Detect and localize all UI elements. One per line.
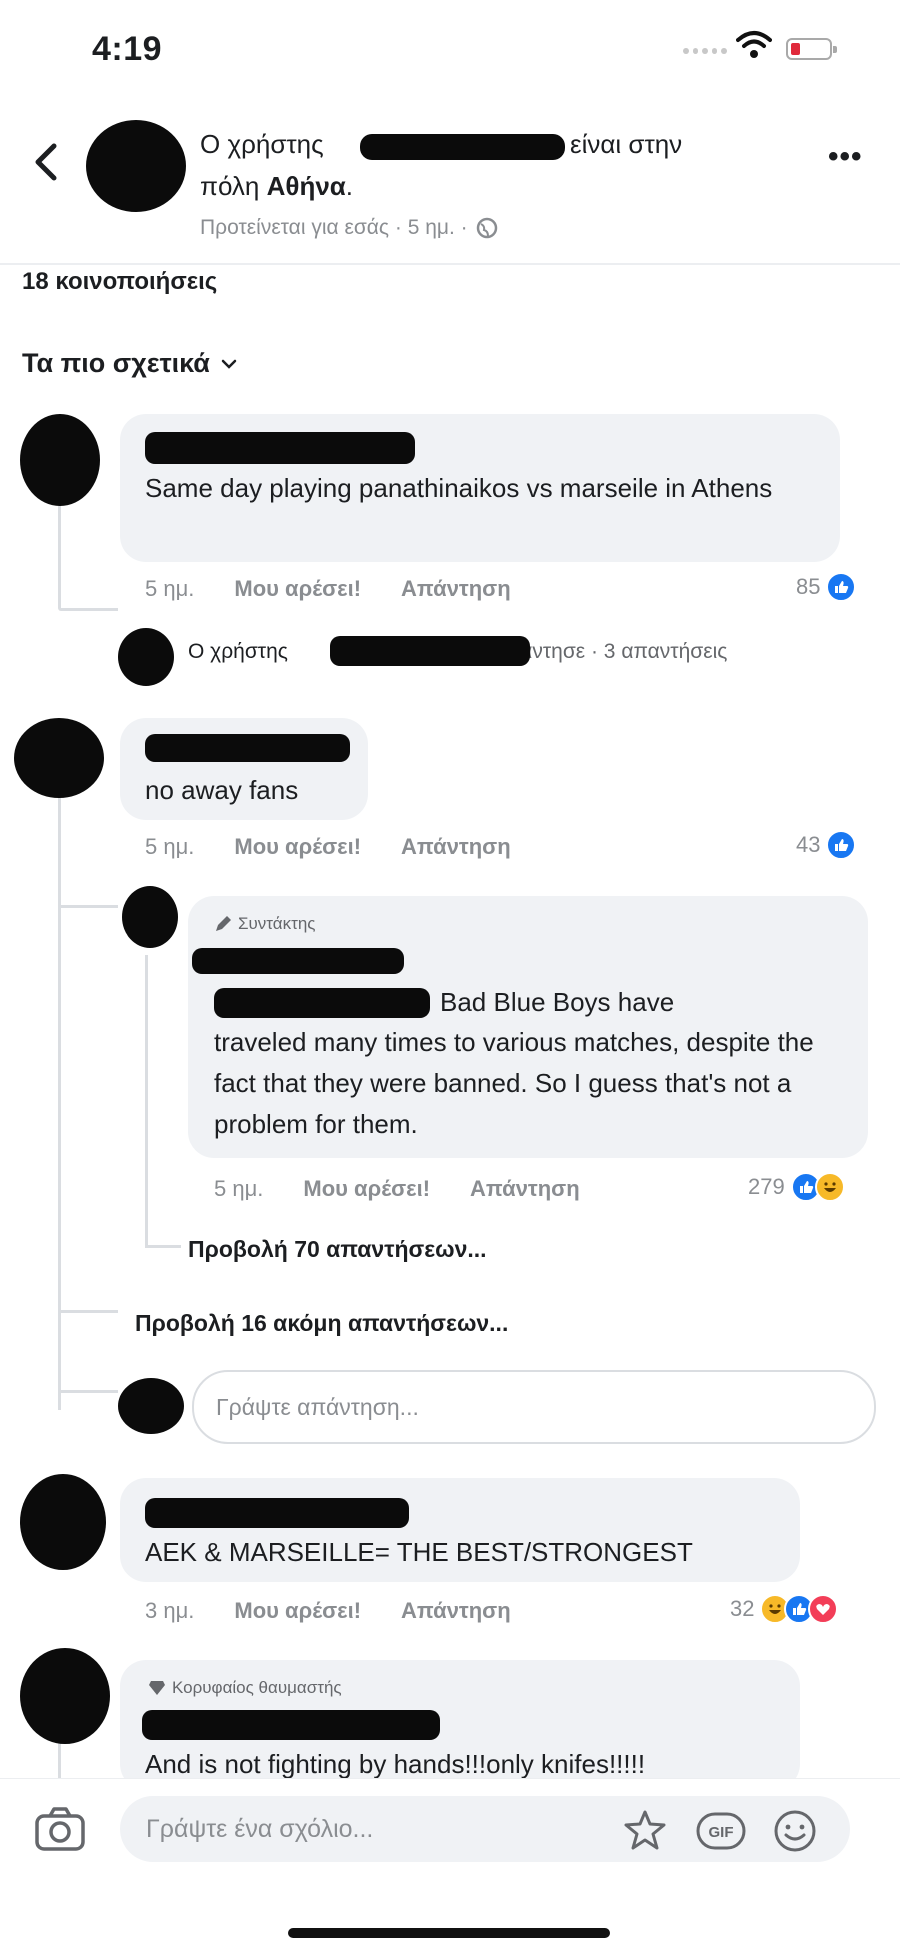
post-meta: Προτείνεται για εσάς · 5 ημ. · (200, 216, 498, 240)
post-header-line1: Ο χρήστης (200, 124, 324, 164)
back-arrow-icon[interactable] (28, 140, 64, 184)
like-reaction-icon (826, 572, 857, 602)
battery-icon (786, 38, 837, 60)
comment-text: Same day playing panathinaikos vs marsei… (145, 473, 773, 503)
comment-actions: 3 ημ. Μου αρέσει! Απάντηση (145, 1598, 511, 1624)
reply-text-tail: Bad Blue Boys have (440, 987, 675, 1017)
reply-input-placeholder: Γράψτε απάντηση... (216, 1393, 419, 1420)
avatar (118, 1378, 184, 1434)
comment-text: no away fans (145, 775, 299, 805)
thread-connector (58, 488, 61, 608)
avatar[interactable] (122, 886, 178, 948)
reply-input[interactable]: Γράψτε απάντηση... (192, 1370, 876, 1444)
avatar[interactable] (14, 718, 104, 798)
thread-connector (58, 1310, 118, 1313)
reaction-count-value: 32 (730, 1596, 755, 1621)
header-prefix: Ο χρήστης (200, 129, 324, 159)
avatar[interactable] (86, 120, 186, 212)
reaction-count[interactable]: 85 (796, 572, 857, 602)
reaction-count-value: 279 (748, 1174, 785, 1199)
reaction-count[interactable]: 43 (796, 830, 857, 860)
pencil-icon (216, 916, 231, 931)
redacted-username (145, 1498, 409, 1528)
redacted-username (142, 1710, 440, 1740)
redacted-username (145, 734, 350, 762)
like-button[interactable]: Μου αρέσει! (303, 1176, 430, 1202)
comment-actions: 5 ημ. Μου αρέσει! Απάντηση (145, 576, 511, 602)
replies-summary-prefix: Ο χρήστης (188, 640, 288, 663)
globe-icon (476, 217, 497, 239)
home-indicator[interactable] (288, 1928, 610, 1938)
thread-connector (145, 955, 148, 1245)
avatar[interactable] (20, 1648, 110, 1744)
emoji-icon[interactable] (772, 1808, 818, 1854)
header-city-prefix: πόλη (200, 171, 260, 201)
share-count[interactable]: 18 κοινοποιήσεις (22, 268, 217, 296)
view-replies-link[interactable]: Προβολή 70 απαντήσεων... (188, 1236, 487, 1263)
redacted-username (360, 134, 565, 160)
redacted-username (145, 432, 415, 464)
thread-connector (58, 1390, 118, 1393)
post-header-line2: πόλη Αθήνα. (200, 166, 353, 206)
reaction-count[interactable]: 279 (748, 1172, 845, 1202)
reaction-count-value: 85 (796, 574, 821, 599)
sort-label: Τα πιο σχετικά (22, 348, 210, 378)
avatar[interactable] (20, 1474, 106, 1570)
redacted-mention (214, 988, 430, 1018)
like-button[interactable]: Μου αρέσει! (234, 1598, 361, 1624)
like-reaction-icon (826, 830, 857, 860)
svg-text:GIF: GIF (709, 1824, 734, 1841)
reply-actions: 5 ημ. Μου αρέσει! Απάντηση (214, 1176, 580, 1202)
divider (0, 263, 900, 265)
diamond-icon (149, 1681, 165, 1695)
comment-actions: 5 ημ. Μου αρέσει! Απάντηση (145, 834, 511, 860)
thread-connector (145, 1245, 181, 1248)
redacted-username (330, 636, 530, 666)
reaction-count[interactable]: 32 (730, 1594, 839, 1624)
avatar[interactable] (118, 628, 174, 686)
sticker-icon[interactable] (620, 1808, 670, 1854)
reply-button[interactable]: Απάντηση (401, 1598, 511, 1624)
haha-reaction-icon (814, 1172, 845, 1202)
comment-time: 5 ημ. (145, 576, 195, 601)
reply-button[interactable]: Απάντηση (401, 834, 511, 860)
like-button[interactable]: Μου αρέσει! (234, 834, 361, 860)
sort-dropdown[interactable]: Τα πιο σχετικά (22, 348, 238, 379)
reply-time: 5 ημ. (214, 1176, 264, 1201)
love-reaction-icon (808, 1594, 839, 1624)
gif-icon[interactable]: GIF (694, 1810, 748, 1852)
thread-connector (58, 608, 118, 611)
comment-time: 3 ημ. (145, 1598, 195, 1623)
reaction-count-value: 43 (796, 832, 821, 857)
more-options-icon[interactable]: ••• (828, 140, 863, 174)
post-header-suffix: είναι στην (570, 129, 683, 159)
wifi-icon (736, 31, 772, 58)
thread-connector (58, 905, 118, 908)
camera-icon[interactable] (34, 1806, 86, 1852)
like-button[interactable]: Μου αρέσει! (234, 576, 361, 602)
avatar[interactable] (20, 414, 100, 506)
comment-time: 5 ημ. (145, 834, 195, 859)
top-fan-badge: Κορυφαίος θαυμαστής (148, 1678, 342, 1698)
chevron-down-icon (221, 359, 237, 369)
author-badge: Συντάκτης (214, 914, 315, 934)
author-badge-label: Συντάκτης (238, 914, 316, 933)
top-fan-badge-label: Κορυφαίος θαυμαστής (172, 1678, 342, 1697)
header-period: . (345, 171, 353, 201)
reply-button[interactable]: Απάντηση (470, 1176, 580, 1202)
redacted-username (192, 948, 404, 974)
comment-text: AEK & MARSEILLE= THE BEST/STRONGEST (145, 1537, 693, 1567)
post-meta-text: Προτείνεται για εσάς · 5 ημ. · (200, 216, 468, 239)
view-more-replies-link[interactable]: Προβολή 16 ακόμη απαντήσεων... (135, 1310, 508, 1337)
comment-input-placeholder: Γράψτε ένα σχόλιο... (146, 1814, 374, 1843)
header-city[interactable]: Αθήνα (267, 171, 346, 201)
thread-connector (58, 790, 61, 1410)
status-time: 4:19 (92, 30, 163, 68)
reply-text: traveled many times to various matches, … (214, 1027, 814, 1139)
cellular-signal-icon (683, 48, 727, 54)
reply-button[interactable]: Απάντηση (401, 576, 511, 602)
